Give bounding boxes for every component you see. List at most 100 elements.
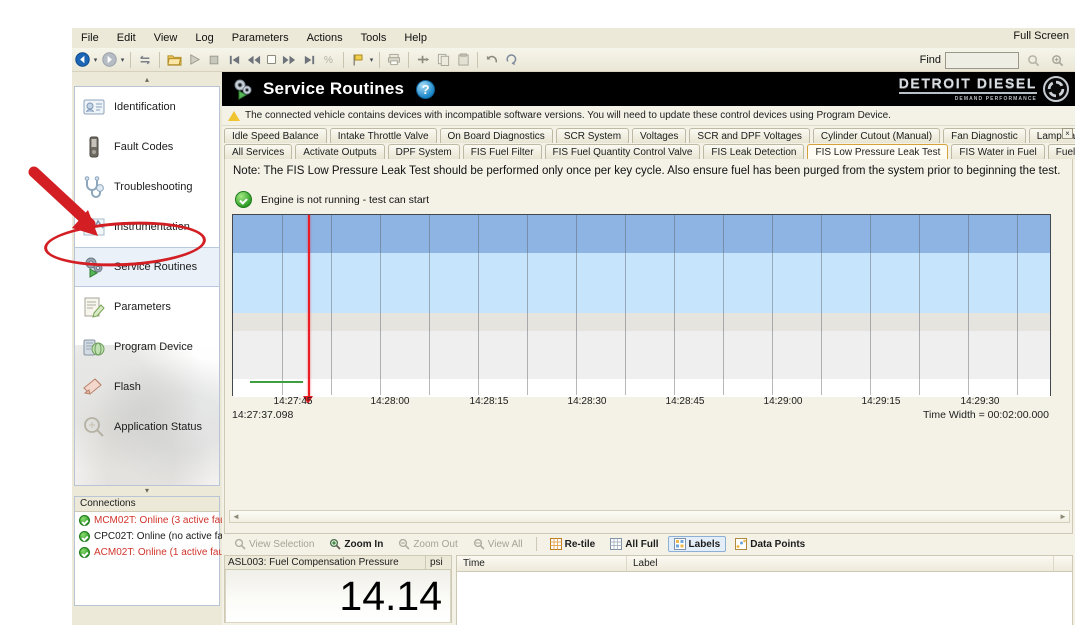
play-icon[interactable] (185, 51, 203, 69)
zoom-out-icon (398, 538, 410, 550)
add-icon[interactable] (414, 51, 432, 69)
find-previous-icon[interactable] (1024, 51, 1042, 69)
connections-collapse-button[interactable]: ▾ (72, 484, 222, 496)
sidebar-item-troubleshooting[interactable]: Troubleshooting (75, 167, 219, 207)
open-folder-icon[interactable] (165, 51, 183, 69)
gauge-unit: psi (425, 556, 451, 569)
tab-cylinder-cutout-manual[interactable]: Cylinder Cutout (Manual) (812, 128, 941, 143)
menu-item-tools[interactable]: Tools (352, 30, 396, 46)
zoom-in-button[interactable]: Zoom In (323, 536, 389, 552)
retile-button[interactable]: Re-tile (544, 536, 602, 552)
chart-gridline (282, 215, 283, 395)
tab-voltages[interactable]: Voltages (632, 128, 687, 143)
flag-icon[interactable] (349, 51, 367, 69)
menu-item-actions[interactable]: Actions (298, 30, 352, 46)
tab-on-board-diagnostics[interactable]: On Board Diagnostics (439, 128, 553, 143)
connection-row[interactable]: CPC02T: Online (no active faults) (75, 528, 242, 544)
stop-icon[interactable] (205, 51, 223, 69)
data-points-button[interactable]: Data Points (729, 536, 811, 552)
skip-start-icon[interactable] (225, 51, 243, 69)
paste-icon[interactable] (454, 51, 472, 69)
tab-fis-water-in-fuel[interactable]: FIS Water in Fuel (951, 144, 1045, 159)
scroll-right-icon[interactable]: ► (1057, 512, 1069, 521)
chart-horizontal-scrollbar[interactable]: ◄ ► (229, 510, 1070, 523)
tab-activate-outputs[interactable]: Activate Outputs (295, 144, 385, 159)
tab-scr-and-dpf-voltages[interactable]: SCR and DPF Voltages (689, 128, 810, 143)
menu-item-help[interactable]: Help (395, 30, 436, 46)
chart-gridline (723, 215, 724, 395)
tab-scr-system[interactable]: SCR System (555, 128, 630, 143)
help-icon[interactable]: ? (416, 79, 436, 99)
tab-dpf-system[interactable]: DPF System (387, 144, 460, 159)
engine-status: Engine is not running - test can start (235, 191, 429, 208)
menu-item-view[interactable]: View (145, 30, 187, 46)
tab-intake-throttle-valve[interactable]: Intake Throttle Valve (329, 128, 437, 143)
chart-cursor-line[interactable] (308, 215, 310, 397)
sidebar-item-application-status[interactable]: Application Status (75, 407, 219, 447)
column-header-time[interactable]: Time (457, 556, 627, 571)
chart-time-width: Time Width = 00:02:00.000 (923, 409, 1049, 421)
undo-icon[interactable] (483, 51, 501, 69)
menu-item-edit[interactable]: Edit (108, 30, 145, 46)
back-icon[interactable] (73, 51, 91, 69)
menu-item-parameters[interactable]: Parameters (223, 30, 298, 46)
playback-slider[interactable] (144, 55, 276, 121)
sidebar-item-identification[interactable]: Identification (75, 87, 219, 127)
column-header-label[interactable]: Label (627, 556, 1054, 571)
flag-dropdown-icon[interactable]: ▾ (368, 56, 375, 64)
tab-fuel-system-integrity-check[interactable]: Fuel System Integrity Check (1047, 144, 1075, 159)
menu-item-file[interactable]: File (72, 30, 108, 46)
labels-label: Labels (688, 538, 721, 550)
tab-idle-speed-balance[interactable]: Idle Speed Balance (224, 128, 327, 143)
sidebar-item-fault-codes[interactable]: Fault Codes (75, 127, 219, 167)
toolbar-separator (159, 51, 160, 68)
chart-gridline (478, 215, 479, 395)
sidebar-item-program-device[interactable]: Program Device (75, 327, 219, 367)
find-input[interactable] (945, 51, 1019, 69)
zoom-out-label: Zoom Out (413, 538, 458, 550)
connection-row[interactable]: ACM02T: Online (1 active faults... (75, 544, 242, 560)
slider-knob[interactable] (267, 55, 276, 64)
events-table[interactable]: Time Label (456, 555, 1073, 625)
x-tick-label: 14:28:00 (370, 396, 410, 407)
connection-row[interactable]: MCM02T: Online (3 active fault... (75, 512, 239, 528)
tab-fis-fuel-quantity-control-valve[interactable]: FIS Fuel Quantity Control Valve (544, 144, 701, 159)
program-device-icon (81, 334, 107, 360)
close-tab-icon[interactable]: × (1062, 128, 1073, 139)
instrumentation-icon (81, 214, 107, 240)
sidebar-item-service-routines[interactable]: Service Routines (75, 247, 219, 287)
tab-all-services[interactable]: All Services (224, 144, 293, 159)
chart-gridline (380, 215, 381, 395)
x-tick-label: 14:29:30 (960, 396, 1000, 407)
back-dropdown-icon[interactable]: ▾ (92, 56, 99, 64)
find-next-icon[interactable] (1048, 51, 1066, 69)
fast-forward-icon[interactable] (280, 51, 298, 69)
refresh-icon[interactable] (503, 51, 521, 69)
sidebar-item-flash[interactable]: Flash (75, 367, 219, 407)
rewind-icon[interactable] (245, 51, 263, 69)
labels-button[interactable]: Labels (667, 536, 727, 552)
tab-row-secondary: All Services Activate Outputs DPF System… (224, 144, 1075, 159)
trend-chart[interactable] (232, 214, 1051, 397)
print-icon[interactable] (385, 51, 403, 69)
view-all-button[interactable]: View All (467, 536, 529, 552)
tab-fis-low-pressure-leak-test[interactable]: FIS Low Pressure Leak Test (807, 144, 949, 159)
skip-end-icon[interactable] (300, 51, 318, 69)
forward-icon[interactable] (100, 51, 118, 69)
tab-fis-leak-detection[interactable]: FIS Leak Detection (703, 144, 805, 159)
sidebar-item-parameters[interactable]: Parameters (75, 287, 219, 327)
zoom-out-button[interactable]: Zoom Out (392, 536, 463, 552)
sidebar-collapse-button[interactable]: ▴ (72, 72, 222, 86)
copy-icon[interactable] (434, 51, 452, 69)
sync-icon[interactable] (136, 51, 154, 69)
scroll-left-icon[interactable]: ◄ (230, 512, 242, 521)
full-screen-label[interactable]: Full Screen (1013, 30, 1069, 42)
tab-fan-diagnostic[interactable]: Fan Diagnostic (943, 128, 1026, 143)
menu-item-log[interactable]: Log (186, 30, 222, 46)
tab-fis-fuel-filter[interactable]: FIS Fuel Filter (462, 144, 542, 159)
view-selection-button[interactable]: View Selection (228, 536, 320, 552)
sidebar-item-instrumentation[interactable]: Instrumentation (75, 207, 219, 247)
all-full-button[interactable]: All Full (604, 536, 664, 552)
sidebar-item-label: Parameters (114, 301, 171, 313)
value-gauge: ASL003: Fuel Compensation Pressure psi 1… (224, 555, 452, 623)
